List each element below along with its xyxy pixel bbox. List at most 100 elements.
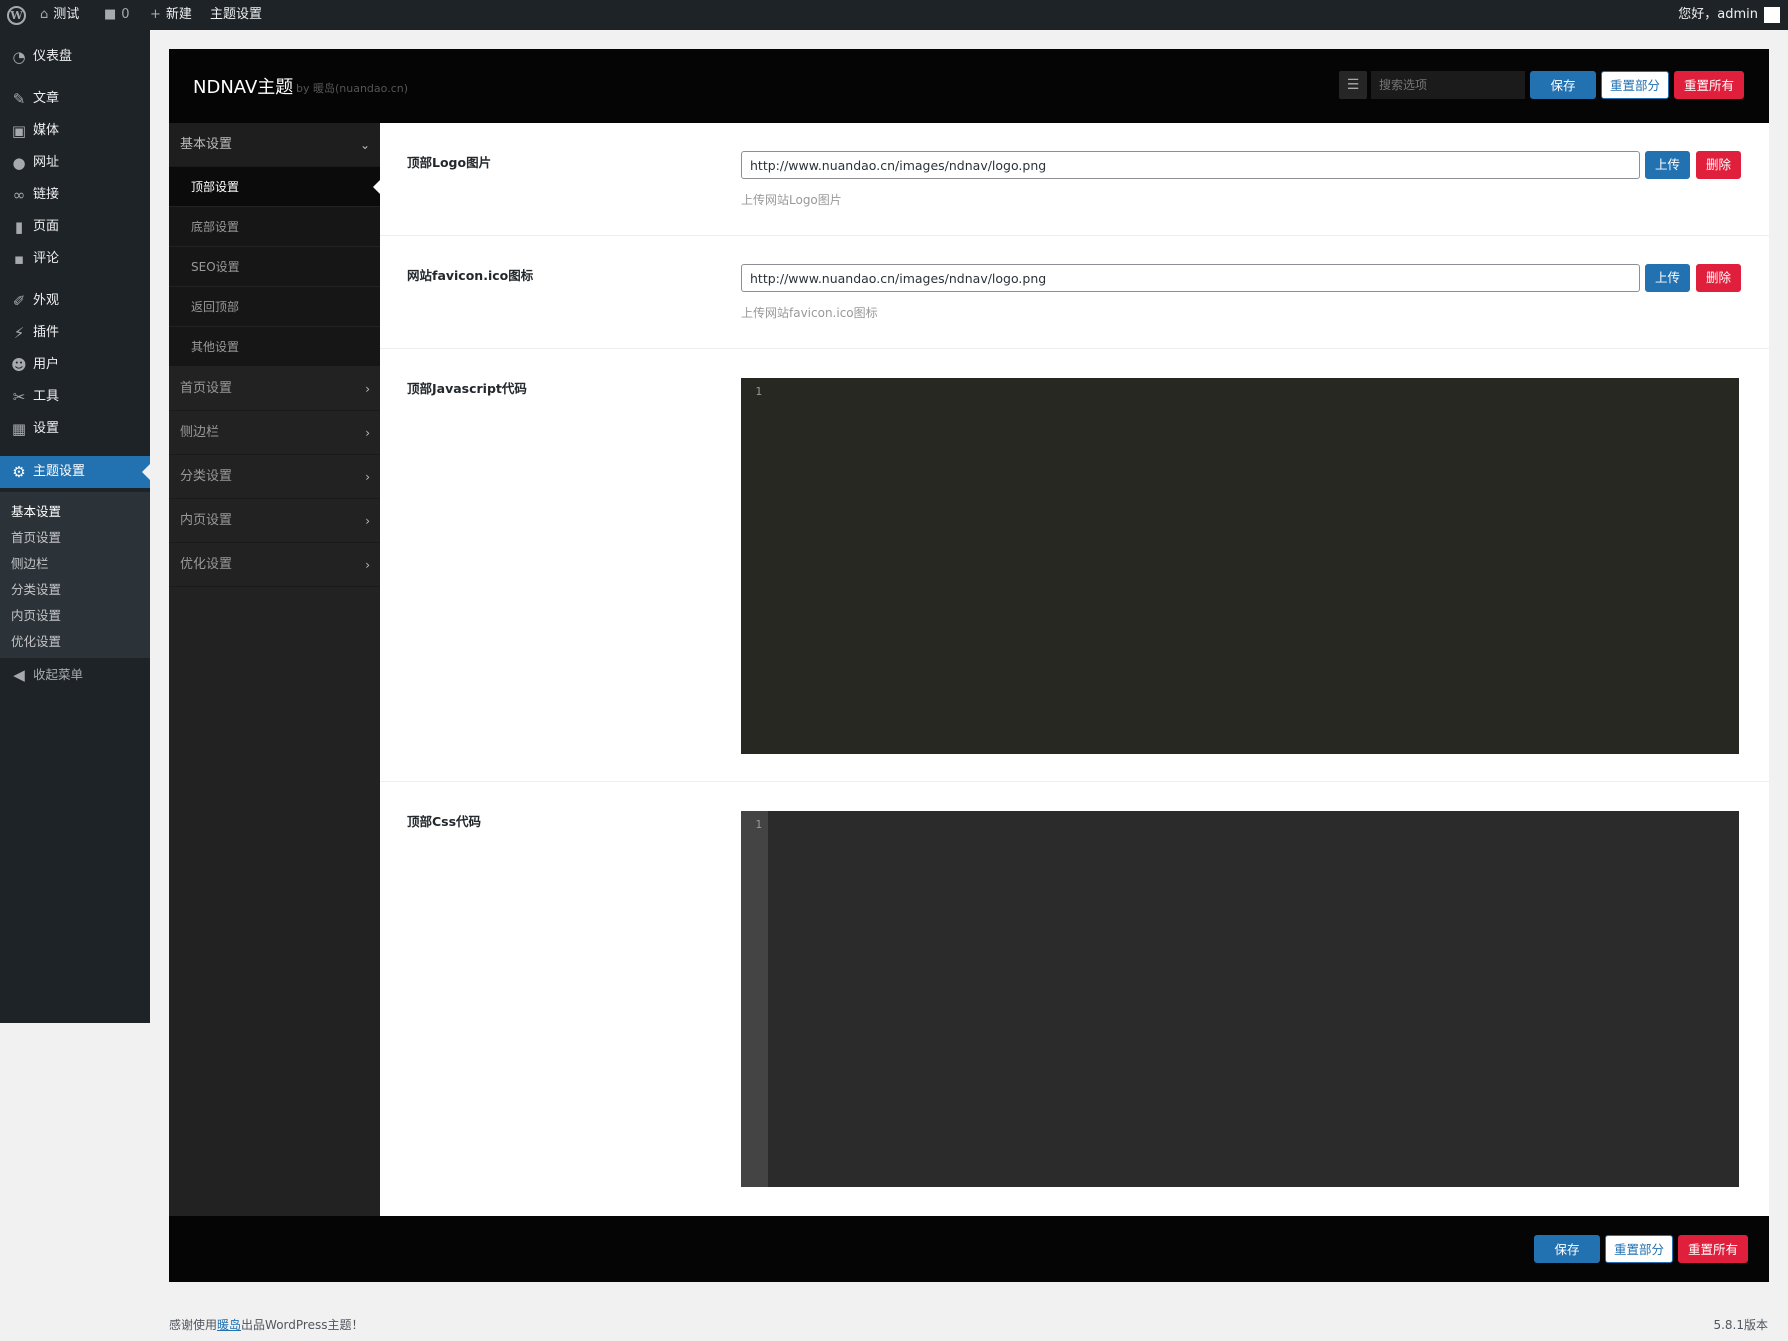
nav-sub-other[interactable]: 其他设置 bbox=[169, 327, 380, 367]
menu-item-media[interactable]: ▣ 媒体 bbox=[0, 115, 150, 147]
submenu-item-home[interactable]: 首页设置 bbox=[11, 525, 61, 551]
field-favicon-title: 网站favicon.ico图标 bbox=[407, 268, 534, 283]
field-header-css: 顶部Css代码 1 bbox=[380, 782, 1769, 1216]
submenu-item-optimize[interactable]: 优化设置 bbox=[11, 629, 61, 655]
dashboard-icon: ◔ bbox=[12, 48, 26, 66]
search-options-input[interactable] bbox=[1371, 71, 1525, 99]
chevron-right-icon: › bbox=[365, 470, 370, 484]
plugin-icon: ⚡ bbox=[13, 324, 25, 342]
wordpress-logo-icon[interactable]: W bbox=[7, 6, 26, 25]
logo-url-input[interactable] bbox=[741, 151, 1640, 179]
panel-footer: 保存 重置部分 重置所有 bbox=[169, 1216, 1769, 1282]
submenu-item-inner-page[interactable]: 内页设置 bbox=[11, 603, 61, 629]
panel-header: NDNAV主题 by 暖岛(nuandao.cn) ☰ 保存 重置部分 重置所有 bbox=[169, 49, 1769, 123]
menu-item-posts[interactable]: ✎ 文章 bbox=[0, 83, 150, 115]
menu-item-sites[interactable]: ● 网址 bbox=[0, 147, 150, 179]
panel-subtitle: by 暖岛(nuandao.cn) bbox=[296, 82, 409, 95]
favicon-upload-button[interactable]: 上传 bbox=[1645, 264, 1690, 292]
pin-icon: ✎ bbox=[12, 90, 26, 108]
avatar[interactable] bbox=[1764, 7, 1780, 23]
gear-icon: ⚙ bbox=[12, 463, 26, 481]
options-nav: 基本设置 ⌄ 顶部设置 底部设置 SEO设置 返回顶部 其他设置 首页设置 › 侧边… bbox=[169, 123, 380, 1216]
nav-section-home[interactable]: 首页设置 › bbox=[169, 367, 380, 411]
reset-all-button[interactable]: 重置所有 bbox=[1674, 71, 1744, 99]
logo-upload-button[interactable]: 上传 bbox=[1645, 151, 1690, 179]
favicon-delete-button[interactable]: 删除 bbox=[1696, 264, 1741, 292]
save-button[interactable]: 保存 bbox=[1530, 71, 1596, 99]
user-icon: ☻ bbox=[11, 356, 27, 374]
list-icon: ☰ bbox=[1346, 77, 1360, 93]
nav-sub-back-to-top[interactable]: 返回顶部 bbox=[169, 287, 380, 327]
brush-icon: ✐ bbox=[12, 292, 26, 310]
link-icon: ∞ bbox=[12, 186, 26, 204]
logo-delete-button[interactable]: 删除 bbox=[1696, 151, 1741, 179]
field-logo-title: 顶部Logo图片 bbox=[407, 155, 492, 170]
footer-thanks: 感谢使用暖岛出品WordPress主题！ bbox=[169, 1318, 364, 1332]
field-css-title: 顶部Css代码 bbox=[407, 814, 482, 829]
menu-item-pages[interactable]: ▮ 页面 bbox=[0, 211, 150, 243]
menu-item-dashboard[interactable]: ◔ 仪表盘 bbox=[0, 41, 150, 73]
theme-settings-link[interactable]: 主题设置 bbox=[210, 0, 262, 30]
expand-all-button[interactable]: ☰ bbox=[1339, 71, 1367, 99]
menu-item-appearance[interactable]: ✐ 外观 bbox=[0, 285, 150, 317]
nav-section-inner-page[interactable]: 内页设置 › bbox=[169, 499, 380, 543]
menu-item-theme-settings[interactable]: ⚙ 主题设置 bbox=[0, 456, 150, 488]
nav-section-sidebar[interactable]: 侧边栏 › bbox=[169, 411, 380, 455]
footer-version: 5.8.1版本 bbox=[1713, 1318, 1768, 1332]
js-line-numbers: 1 bbox=[741, 378, 768, 754]
settings-icon: ▦ bbox=[11, 420, 27, 438]
css-line-numbers: 1 bbox=[741, 811, 768, 1187]
submenu-item-sidebar[interactable]: 侧边栏 bbox=[11, 551, 49, 577]
panel-title: NDNAV主题 bbox=[193, 77, 294, 98]
admin-menu: ◔ 仪表盘 ✎ 文章 ▣ 媒体 ● 网址 ∞ 链接 ▮ 页面 ▪ 评论 ✐ 外观 ⚡ 插件 ☻ 用户… bbox=[0, 30, 150, 1023]
nav-section-basic[interactable]: 基本设置 ⌄ bbox=[169, 123, 380, 167]
chevron-right-icon: › bbox=[365, 514, 370, 528]
menu-item-users[interactable]: ☻ 用户 bbox=[0, 349, 150, 381]
wrench-icon: ✂ bbox=[12, 388, 26, 406]
collapse-menu-button[interactable]: ◀ 收起菜单 bbox=[0, 659, 150, 691]
comment-icon: ▪ bbox=[13, 250, 25, 268]
menu-item-comments[interactable]: ▪ 评论 bbox=[0, 243, 150, 275]
favicon-url-input[interactable] bbox=[741, 264, 1640, 292]
site-name-link[interactable]: ⌂ 测试 bbox=[40, 0, 79, 30]
field-favicon-desc: 上传网站favicon.ico图标 bbox=[741, 306, 878, 320]
reset-all-button-bottom[interactable]: 重置所有 bbox=[1678, 1235, 1748, 1263]
nav-sub-seo[interactable]: SEO设置 bbox=[169, 247, 380, 287]
new-content-link[interactable]: + 新建 bbox=[150, 0, 192, 30]
reset-section-button-bottom[interactable]: 重置部分 bbox=[1605, 1235, 1673, 1263]
field-js-title: 顶部Javascript代码 bbox=[407, 381, 527, 396]
chevron-right-icon: › bbox=[365, 382, 370, 396]
account-greeting[interactable]: 您好，admin bbox=[1678, 0, 1758, 30]
nav-section-optimize[interactable]: 优化设置 › bbox=[169, 543, 380, 587]
nav-section-category[interactable]: 分类设置 › bbox=[169, 455, 380, 499]
field-logo-desc: 上传网站Logo图片 bbox=[741, 193, 842, 207]
save-button-bottom[interactable]: 保存 bbox=[1534, 1235, 1600, 1263]
footer-author-link[interactable]: 暖岛 bbox=[217, 1318, 241, 1332]
menu-item-tools[interactable]: ✂ 工具 bbox=[0, 381, 150, 413]
comment-icon: ■ bbox=[104, 7, 117, 22]
globe-icon: ● bbox=[12, 154, 26, 172]
reset-section-button[interactable]: 重置部分 bbox=[1601, 71, 1669, 99]
theme-settings-submenu: 基本设置 首页设置 侧边栏 分类设置 内页设置 优化设置 bbox=[0, 492, 150, 658]
media-icon: ▣ bbox=[11, 122, 27, 140]
submenu-item-category[interactable]: 分类设置 bbox=[11, 577, 61, 603]
collapse-icon: ◀ bbox=[13, 666, 25, 684]
menu-item-settings[interactable]: ▦ 设置 bbox=[0, 413, 150, 445]
nav-sub-footer[interactable]: 底部设置 bbox=[169, 207, 380, 247]
css-code-editor[interactable]: 1 bbox=[741, 811, 1739, 1187]
menu-item-plugins[interactable]: ⚡ 插件 bbox=[0, 317, 150, 349]
home-icon: ⌂ bbox=[40, 7, 49, 22]
field-logo: 顶部Logo图片 上传 删除 上传网站Logo图片 bbox=[380, 123, 1769, 236]
plus-icon: + bbox=[150, 7, 161, 22]
submenu-item-basic[interactable]: 基本设置 bbox=[11, 499, 61, 525]
nav-sub-header[interactable]: 顶部设置 bbox=[169, 167, 380, 207]
chevron-right-icon: › bbox=[365, 426, 370, 440]
comments-link[interactable]: ■ 0 bbox=[104, 0, 130, 30]
js-code-editor[interactable]: 1 bbox=[741, 378, 1739, 754]
field-header-js: 顶部Javascript代码 1 bbox=[380, 349, 1769, 782]
page-icon: ▮ bbox=[14, 218, 24, 236]
chevron-right-icon: › bbox=[365, 558, 370, 572]
chevron-down-icon: ⌄ bbox=[359, 138, 370, 152]
theme-options-panel: NDNAV主题 by 暖岛(nuandao.cn) ☰ 保存 重置部分 重置所有… bbox=[169, 49, 1769, 1282]
menu-item-links[interactable]: ∞ 链接 bbox=[0, 179, 150, 211]
